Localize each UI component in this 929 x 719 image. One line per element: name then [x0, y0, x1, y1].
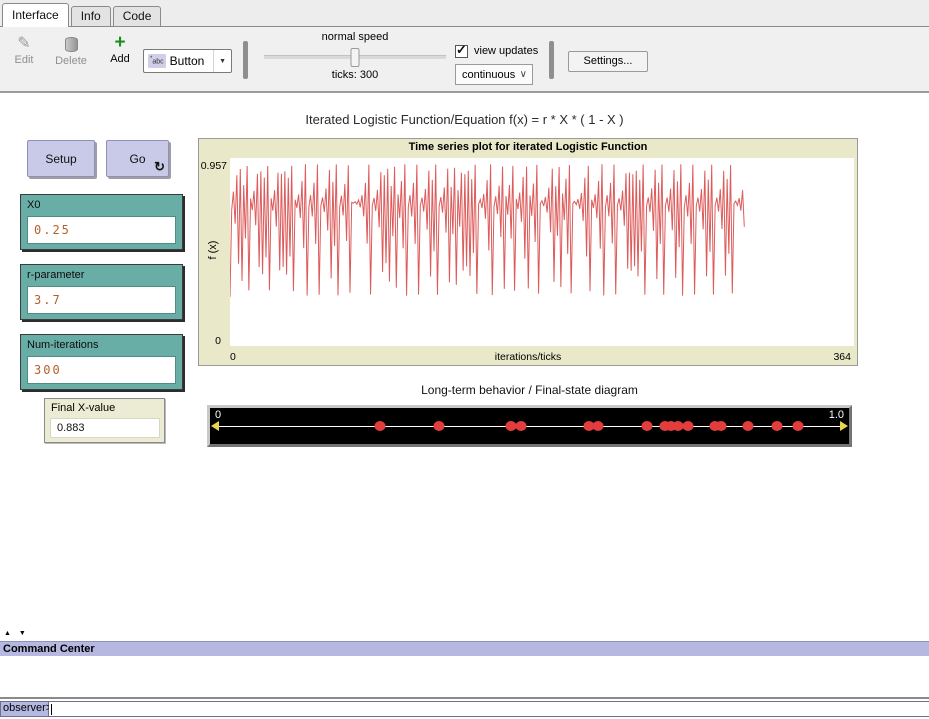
scale-min-label: 0	[215, 409, 221, 421]
delete-icon	[65, 37, 78, 52]
speed-control: normal speed ticks: 300	[260, 31, 450, 81]
attractor-dot	[592, 421, 603, 431]
final-state-diagram: 0 1.0	[207, 405, 852, 447]
final-state-heading: Long-term behavior / Final-state diagram	[207, 383, 852, 397]
edit-button[interactable]: ✎ Edit	[3, 37, 45, 66]
x-axis-label: iterations/ticks	[199, 351, 857, 363]
edit-button-label: Edit	[15, 54, 34, 66]
speed-slider[interactable]	[264, 55, 446, 59]
tab-interface[interactable]: Interface	[2, 3, 69, 27]
attractor-dot	[743, 421, 754, 431]
check-icon: ✓	[456, 42, 467, 58]
observer-prompt[interactable]: observer>	[0, 701, 49, 717]
splitter-resize-icons[interactable]: ▲ ▼	[4, 630, 29, 637]
y-axis-min-label: 0	[199, 335, 221, 347]
y-axis-label: f (x)	[207, 230, 219, 270]
ticks-counter: ticks: 300	[260, 69, 450, 81]
toolbar-separator	[549, 41, 554, 79]
delete-button[interactable]: Delete	[50, 37, 92, 67]
view-updates-checkbox[interactable]: ✓	[455, 45, 468, 58]
y-axis-max-label: 0.957	[199, 160, 227, 172]
command-center-output[interactable]	[0, 656, 929, 699]
update-mode-value: continuous	[456, 69, 520, 81]
go-button-label: Go	[129, 152, 145, 166]
input-label: X0	[21, 195, 182, 211]
tab-code[interactable]: Code	[113, 6, 162, 26]
input-label: r-parameter	[21, 265, 182, 281]
attractor-dot	[792, 421, 803, 431]
setup-button-label: Setup	[45, 152, 76, 166]
input-widget-x0: X0 0.25	[20, 194, 183, 250]
plot-title: Time series plot for iterated Logistic F…	[199, 141, 857, 153]
attractor-dot	[434, 421, 445, 431]
speed-label: normal speed	[260, 31, 450, 43]
x-axis-max-label: 364	[833, 351, 851, 363]
attractor-dot	[682, 421, 693, 431]
netlogo-window: Interface Info Code ✎ Edit Delete + Add …	[0, 0, 929, 719]
toolbar-separator	[243, 41, 248, 79]
add-button[interactable]: + Add	[99, 35, 141, 65]
command-input[interactable]	[49, 701, 929, 717]
right-arrow-icon	[840, 421, 848, 431]
widget-chooser-dropdown[interactable]: *abc Button ▼	[143, 49, 232, 73]
monitor-value: 0.883	[50, 418, 160, 438]
command-center-input-row: observer>	[0, 701, 929, 717]
add-button-label: Add	[110, 53, 130, 65]
time-series-line	[230, 158, 854, 346]
tab-bar: Interface Info Code	[0, 0, 929, 27]
scale-max-label: 1.0	[829, 409, 844, 421]
left-arrow-icon	[211, 421, 219, 431]
final-x-value-monitor: Final X-value 0.883	[44, 398, 165, 443]
input-widget-num-iterations: Num-iterations 300	[20, 334, 183, 390]
attractor-dot	[771, 421, 782, 431]
monitor-label: Final X-value	[45, 399, 164, 414]
pencil-icon: ✎	[17, 37, 30, 51]
attractor-dot	[716, 421, 727, 431]
input-label: Num-iterations	[21, 335, 182, 351]
abc-widget-icon: *abc	[148, 54, 166, 67]
input-widget-r-parameter: r-parameter 3.7	[20, 264, 183, 320]
attractor-dot	[642, 421, 653, 431]
tab-info[interactable]: Info	[71, 6, 111, 26]
time-series-plot: Time series plot for iterated Logistic F…	[198, 138, 858, 366]
update-mode-dropdown[interactable]: continuous ∨	[455, 64, 533, 85]
num-iterations-input-field[interactable]: 300	[27, 356, 176, 384]
plus-icon: +	[114, 35, 125, 50]
x0-input-field[interactable]: 0.25	[27, 216, 176, 244]
setup-button[interactable]: Setup	[27, 140, 95, 177]
chevron-down-icon: ▼	[213, 50, 231, 72]
plot-area	[230, 158, 854, 346]
forever-icon: ↻	[154, 159, 165, 175]
go-button[interactable]: Go ↻	[106, 140, 169, 177]
r-parameter-input-field[interactable]: 3.7	[27, 286, 176, 314]
attractor-dot	[515, 421, 526, 431]
settings-button[interactable]: Settings...	[568, 51, 648, 72]
speed-slider-handle[interactable]	[351, 48, 360, 67]
toolbar: ✎ Edit Delete + Add *abc Button ▼ normal…	[0, 27, 929, 93]
attractor-dot	[374, 421, 385, 431]
delete-button-label: Delete	[55, 55, 87, 67]
model-title: Iterated Logistic Function/Equation f(x)…	[0, 112, 929, 127]
text-caret	[51, 704, 52, 715]
command-center-header[interactable]: Command Center	[0, 641, 929, 656]
view-updates-label: view updates	[474, 45, 538, 57]
widget-chooser-value: Button	[170, 54, 213, 68]
chevron-down-icon: ∨	[520, 69, 532, 80]
